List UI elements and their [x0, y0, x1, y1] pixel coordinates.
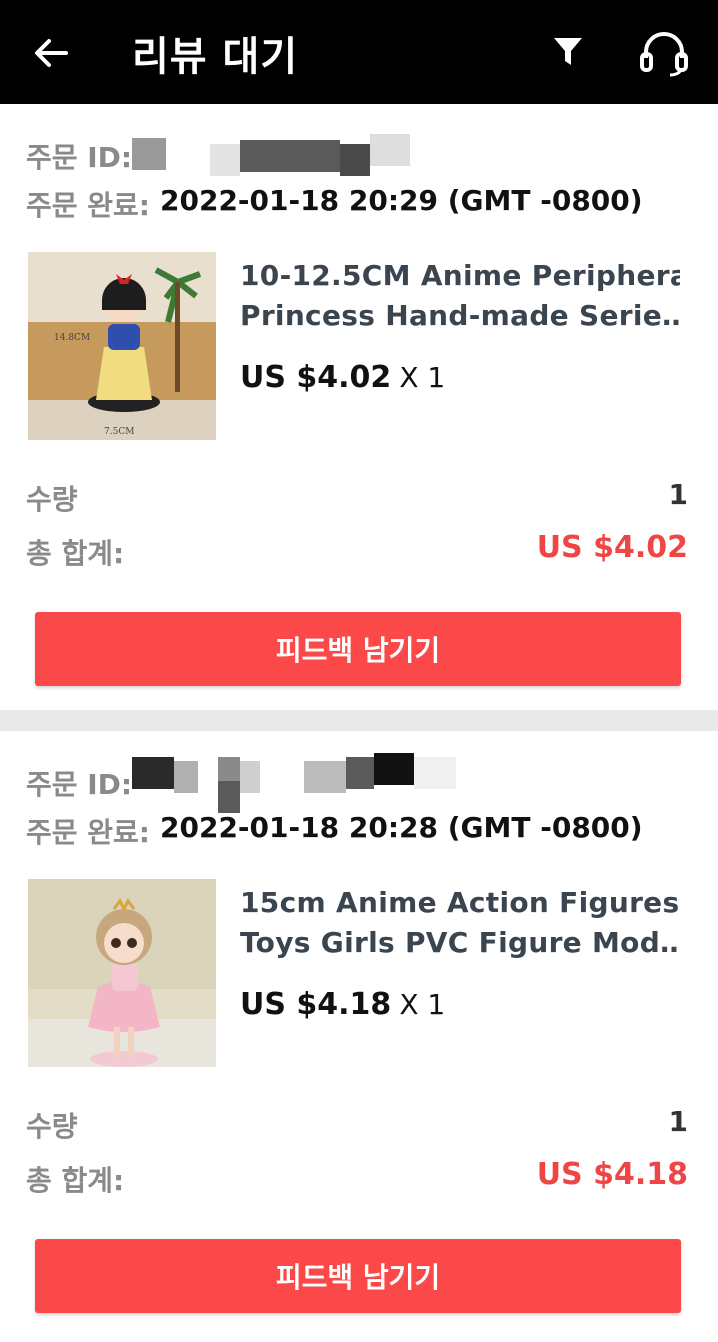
product-title-line1: 15cm Anime Action Figures [240, 886, 680, 919]
total-label: 총 합계: [26, 537, 125, 570]
order-completed-label: 주문 완료: [26, 816, 150, 849]
product-quantity-multiplier: X 1 [399, 988, 446, 1021]
product-quantity-multiplier: X 1 [399, 361, 446, 394]
product-price: US $4.02 X 1 [240, 360, 445, 395]
order-card: 주문 ID: 주문 완료: 2022-01-18 20:28 (GMT -080… [0, 731, 718, 1342]
product-price: US $4.18 X 1 [240, 987, 445, 1022]
product-title-line2: Princess Hand-made Serie… [240, 299, 680, 332]
quantity-value: 1 [668, 478, 688, 511]
quantity-value: 1 [668, 1105, 688, 1138]
leave-feedback-button[interactable]: 피드백 남기기 [35, 612, 681, 686]
image-height-label: 14.8CM [54, 333, 90, 343]
product-title[interactable]: 10-12.5CM Anime Peripheral Princess Hand… [240, 256, 680, 336]
quantity-label: 수량 [26, 483, 78, 516]
order-id-label: 주문 ID: [26, 141, 133, 174]
quantity-label: 수량 [26, 1110, 78, 1143]
arrow-left-icon [35, 39, 68, 67]
total-value: US $4.18 [536, 1157, 688, 1192]
product-title-line1: 10-12.5CM Anime Peripheral [240, 259, 680, 292]
order-card: 주문 ID: 주문 완료: 2022-01-18 20:29 (GMT -080… [0, 104, 718, 710]
filter-button[interactable] [550, 34, 586, 70]
customer-service-button[interactable] [636, 28, 692, 78]
order-id-label: 주문 ID: [26, 768, 133, 801]
order-completed-value: 2022-01-18 20:28 (GMT -0800) [160, 811, 643, 844]
product-title-line2: Toys Girls PVC Figure Mod… [240, 926, 680, 959]
total-value: US $4.02 [536, 530, 688, 565]
headset-icon [640, 32, 688, 77]
product-price-value: US $4.02 [240, 360, 392, 395]
product-price-value: US $4.18 [240, 987, 392, 1022]
product-image [28, 879, 216, 1067]
total-label: 총 합계: [26, 1164, 125, 1197]
product-thumbnail[interactable]: 14.8CM 7.5CM [28, 252, 216, 440]
order-completed-value: 2022-01-18 20:29 (GMT -0800) [160, 184, 643, 217]
leave-feedback-button[interactable]: 피드백 남기기 [35, 1239, 681, 1313]
filter-icon [554, 38, 582, 65]
product-title[interactable]: 15cm Anime Action Figures Toys Girls PVC… [240, 883, 680, 963]
order-completed-label: 주문 완료: [26, 189, 150, 222]
back-button[interactable] [28, 30, 74, 76]
page-title: 리뷰 대기 [132, 34, 299, 80]
product-thumbnail[interactable] [28, 879, 216, 1067]
top-app-bar: 리뷰 대기 [0, 0, 718, 104]
product-image: 14.8CM 7.5CM [28, 252, 216, 440]
image-width-label: 7.5CM [104, 427, 134, 437]
